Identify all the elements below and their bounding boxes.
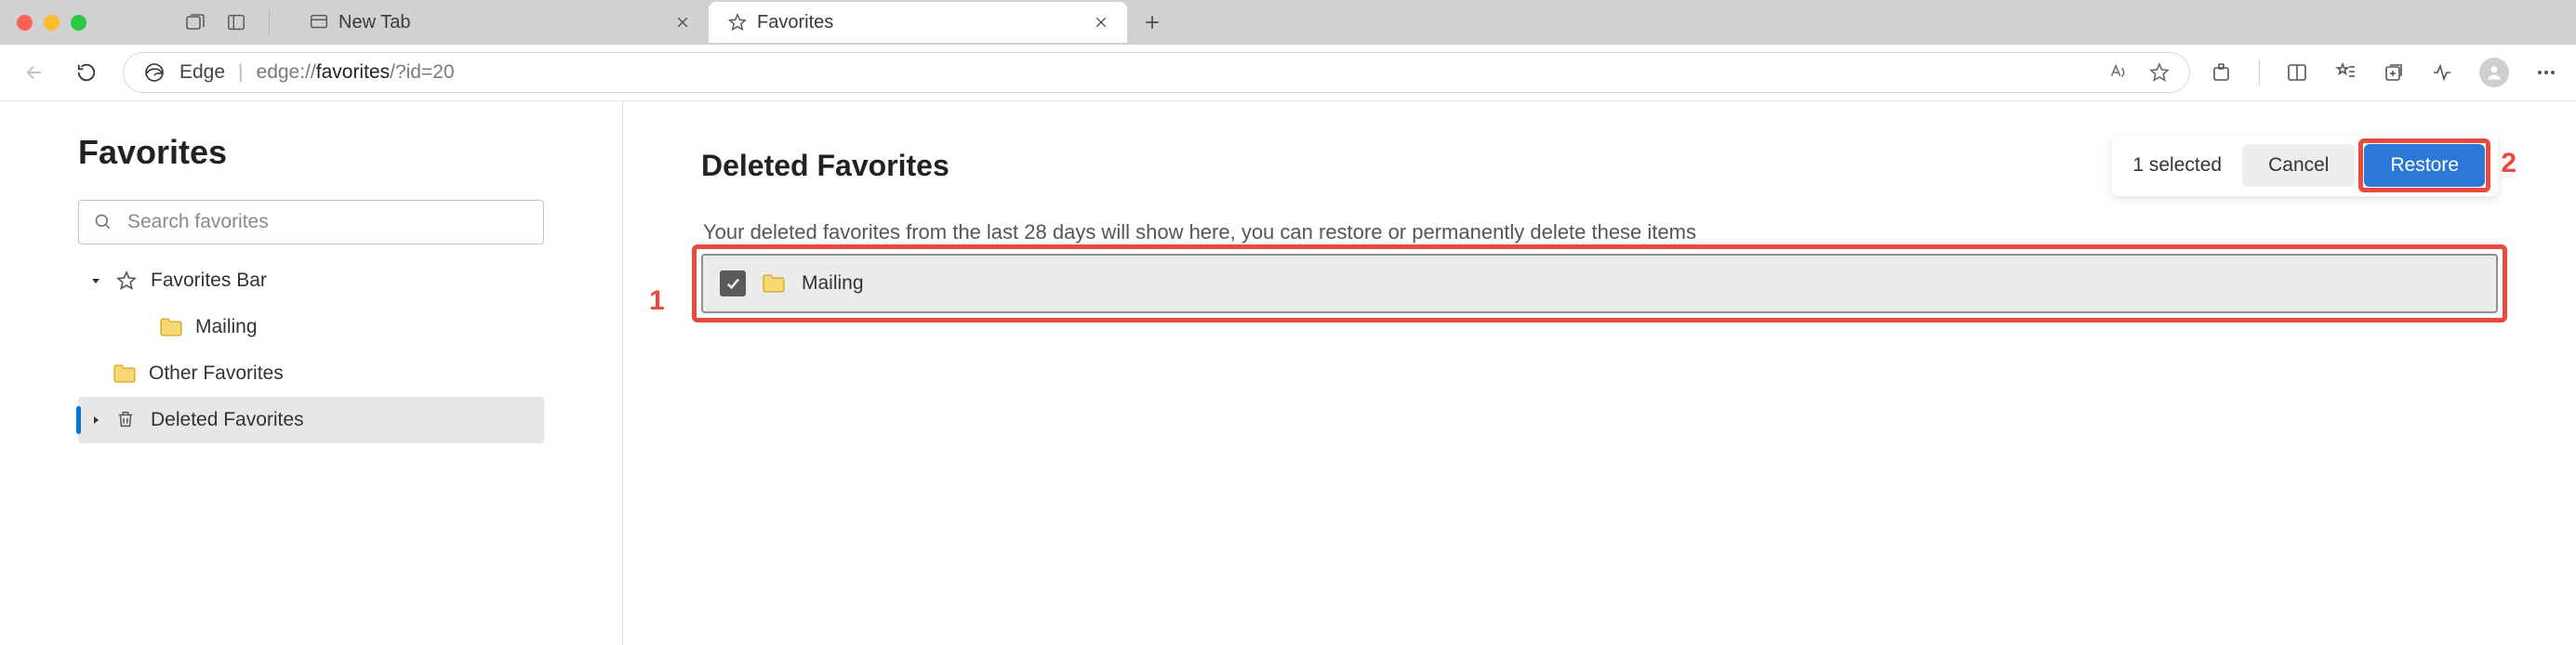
page-title: Deleted Favorites <box>701 149 949 183</box>
tree-item-favorites-bar[interactable]: Favorites Bar <box>78 257 544 304</box>
tab-strip: New Tab Favorites <box>290 0 1170 45</box>
address-url: edge://favorites/?id=20 <box>257 61 455 84</box>
chevron-right-icon <box>89 415 102 426</box>
page-icon <box>309 12 329 33</box>
restore-button-label: Restore <box>2390 154 2459 177</box>
search-icon <box>94 213 113 231</box>
sidebar-toggle-icon[interactable] <box>220 7 252 38</box>
tree-item-other-favorites[interactable]: Other Favorites <box>78 350 544 397</box>
window-traffic-lights <box>17 15 86 31</box>
favorite-star-icon[interactable] <box>2148 61 2171 84</box>
profile-avatar[interactable] <box>2479 58 2509 87</box>
edge-logo-icon <box>142 60 166 85</box>
annotation-label-restore: 2 <box>2501 148 2516 179</box>
chevron-down-icon <box>89 275 102 286</box>
titlebar-divider <box>269 10 270 34</box>
favorites-tree: Favorites Bar Mailing Other Favorites <box>78 257 544 443</box>
search-favorites-box[interactable] <box>78 200 544 244</box>
cancel-button[interactable]: Cancel <box>2242 144 2355 187</box>
window-minimize-button[interactable] <box>44 15 60 31</box>
collections-icon[interactable] <box>2383 61 2405 84</box>
folder-icon <box>113 364 136 383</box>
annotation-label-row: 1 <box>649 285 665 317</box>
tree-item-mailing[interactable]: Mailing <box>78 304 544 350</box>
restore-button[interactable]: Restore <box>2364 144 2485 187</box>
tree-item-label: Mailing <box>195 316 258 338</box>
back-button[interactable] <box>19 57 50 88</box>
performance-icon[interactable] <box>2431 61 2453 84</box>
address-brand: Edge <box>179 61 225 84</box>
browser-toolbar: Edge | edge://favorites/?id=20 <box>0 45 2576 100</box>
tree-item-label: Other Favorites <box>149 362 284 385</box>
row-checkbox[interactable] <box>720 270 746 296</box>
more-menu-icon[interactable] <box>2535 61 2557 84</box>
selection-count: 1 selected <box>2132 154 2222 177</box>
close-icon[interactable] <box>675 15 690 30</box>
tab-favorites[interactable]: Favorites <box>709 2 1127 43</box>
tab-title: New Tab <box>339 12 666 33</box>
close-icon[interactable] <box>1094 15 1109 30</box>
window-titlebar: New Tab Favorites <box>0 0 2576 45</box>
main-header: Deleted Favorites 1 selected Cancel Rest… <box>701 135 2498 196</box>
star-icon <box>727 12 748 33</box>
new-tab-button[interactable] <box>1135 5 1170 40</box>
extensions-icon[interactable] <box>2211 61 2233 84</box>
tree-item-label: Deleted Favorites <box>151 409 304 431</box>
favorites-sidebar: Favorites Favorites Bar <box>0 101 623 645</box>
star-icon <box>115 270 138 292</box>
address-bar[interactable]: Edge | edge://favorites/?id=20 <box>123 52 2190 93</box>
favorites-list-icon[interactable] <box>2334 61 2357 84</box>
favorites-page: Favorites Favorites Bar <box>0 100 2576 645</box>
tree-item-label: Favorites Bar <box>151 270 267 292</box>
trash-icon <box>115 409 138 431</box>
toolbar-actions <box>2211 58 2557 87</box>
refresh-button[interactable] <box>71 57 102 88</box>
selection-action-panel: 1 selected Cancel Restore 2 <box>2112 135 2498 196</box>
search-favorites-input[interactable] <box>126 210 528 234</box>
deleted-item-row[interactable]: Mailing <box>701 254 2498 313</box>
deleted-favorites-main: Deleted Favorites 1 selected Cancel Rest… <box>623 101 2576 645</box>
read-aloud-icon[interactable] <box>2107 62 2128 83</box>
tab-title: Favorites <box>757 12 1084 33</box>
sidebar-title: Favorites <box>78 133 544 172</box>
deleted-favorites-description: Your deleted favorites from the last 28 … <box>703 220 2498 244</box>
tab-new-tab[interactable]: New Tab <box>290 2 709 43</box>
split-screen-icon[interactable] <box>2286 61 2308 84</box>
cancel-button-label: Cancel <box>2268 154 2329 177</box>
folder-icon <box>763 274 785 293</box>
deleted-item-name: Mailing <box>802 272 864 295</box>
folder-icon <box>160 318 182 336</box>
tab-overview-icon[interactable] <box>179 7 211 38</box>
window-close-button[interactable] <box>17 15 33 31</box>
window-zoom-button[interactable] <box>71 15 86 31</box>
deleted-items-area: 1 Mailing <box>701 254 2498 313</box>
address-separator: | <box>238 61 243 84</box>
tree-item-deleted-favorites[interactable]: Deleted Favorites <box>78 397 544 443</box>
toolbar-divider <box>2259 59 2260 86</box>
